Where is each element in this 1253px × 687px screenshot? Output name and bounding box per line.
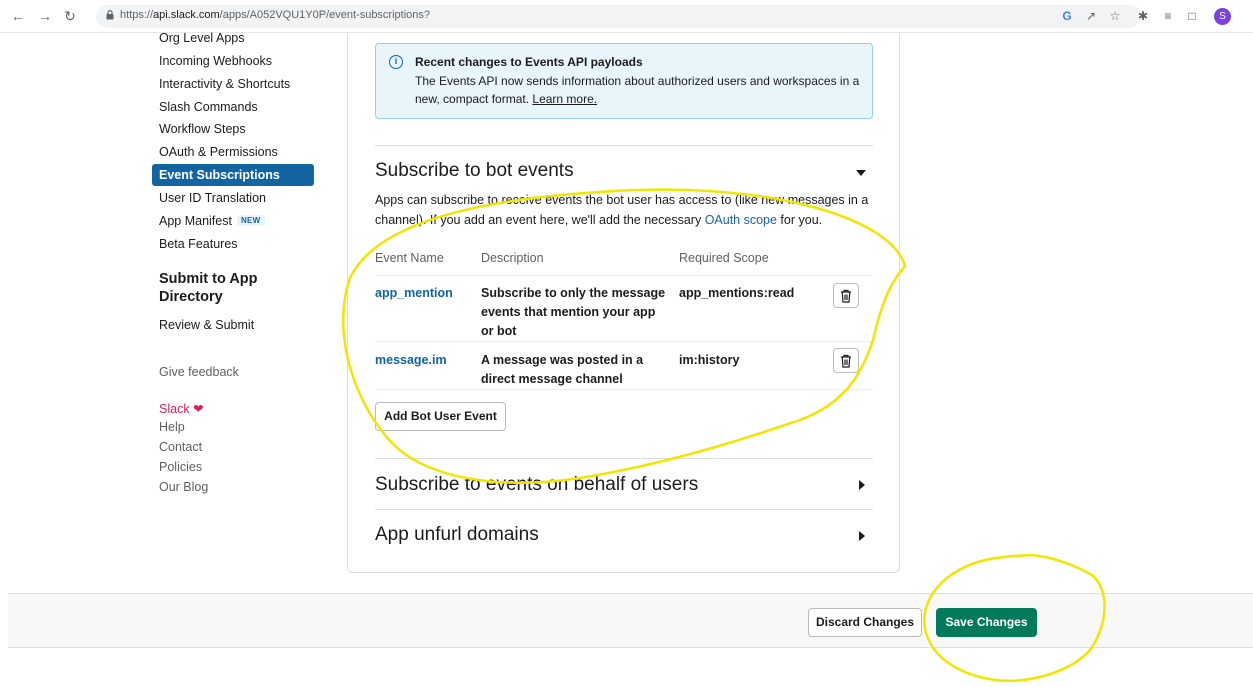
footer-slack-label: Slack [159, 402, 190, 416]
give-feedback-link[interactable]: Give feedback [159, 365, 239, 379]
user-events-title[interactable]: Subscribe to events on behalf of users [375, 474, 698, 496]
save-bar [8, 593, 1253, 648]
trash-icon [841, 289, 851, 303]
sidebar-item-incoming-webhooks[interactable]: Incoming Webhooks [159, 54, 272, 68]
reload-icon[interactable]: ↻ [62, 8, 78, 24]
footer-policies-link[interactable]: Policies [159, 460, 202, 474]
url-path: /apps/A052VQU1Y0P/event-subscriptions? [219, 9, 431, 21]
discard-changes-button[interactable]: Discard Changes [808, 608, 922, 637]
back-arrow-icon[interactable]: ← [10, 8, 26, 24]
row-divider [375, 275, 873, 276]
expand-caret-icon[interactable] [859, 531, 865, 541]
footer-help-link[interactable]: Help [159, 420, 185, 434]
trash-icon [841, 354, 851, 368]
collapse-caret-icon[interactable] [856, 170, 866, 176]
column-header-description: Description [481, 251, 544, 265]
event-scope: im:history [679, 353, 740, 367]
forward-arrow-icon[interactable]: → [37, 8, 53, 24]
desc-text-end: for you. [776, 213, 823, 227]
url-prefix: https:// [120, 9, 154, 21]
extensions-puzzle-icon[interactable]: ✱ [1135, 8, 1151, 24]
share-icon[interactable]: ↗ [1083, 8, 1099, 24]
oauth-scope-link[interactable]: OAuth scope [705, 213, 777, 227]
info-icon: i [389, 55, 403, 69]
sidebar-item-user-id-translation[interactable]: User ID Translation [159, 191, 266, 205]
sidebar-item-oauth[interactable]: OAuth & Permissions [159, 145, 278, 159]
new-badge: NEW [236, 215, 265, 226]
url-text: https://api.slack.com/apps/A052VQU1Y0P/e… [120, 9, 430, 21]
events-api-banner: i Recent changes to Events API payloads … [375, 43, 873, 119]
footer-contact-link[interactable]: Contact [159, 440, 202, 454]
column-header-required-scope: Required Scope [679, 251, 769, 265]
bot-events-title[interactable]: Subscribe to bot events [375, 160, 574, 182]
banner-text: The Events API now sends information abo… [415, 74, 860, 106]
address-bar[interactable]: https://api.slack.com/apps/A052VQU1Y0P/e… [96, 5, 1141, 28]
google-icon[interactable]: G [1059, 8, 1075, 24]
banner-title: Recent changes to Events API payloads [415, 55, 643, 69]
event-name-link[interactable]: message.im [375, 353, 447, 367]
delete-event-button[interactable] [833, 348, 859, 373]
side-panel-icon[interactable]: □ [1184, 8, 1200, 24]
sidebar-item-org-level-apps[interactable]: Org Level Apps [159, 31, 244, 45]
page: ← → ↻ https://api.slack.com/apps/A052VQU… [0, 0, 1253, 687]
button-label: Save Changes [945, 615, 1028, 629]
footer-slack-link[interactable]: Slack ❤ [159, 401, 204, 416]
sidebar-item-event-subscriptions[interactable]: Event Subscriptions [152, 164, 314, 186]
expand-caret-icon[interactable] [859, 480, 865, 490]
browser-toolbar: ← → ↻ https://api.slack.com/apps/A052VQU… [0, 0, 1253, 33]
event-name-link[interactable]: app_mention [375, 286, 453, 300]
event-description: A message was posted in a direct message… [481, 353, 644, 386]
event-description: Subscribe to only the message events tha… [481, 286, 666, 338]
learn-more-link[interactable]: Learn more. [532, 92, 597, 106]
footer-blog-link[interactable]: Our Blog [159, 480, 208, 494]
heart-icon: ❤ [193, 402, 204, 416]
sidebar-item-beta-features[interactable]: Beta Features [159, 237, 238, 251]
event-scope: app_mentions:read [679, 286, 795, 300]
lock-icon [106, 10, 114, 20]
banner-body: The Events API now sends information abo… [415, 72, 875, 108]
delete-event-button[interactable] [833, 283, 859, 308]
sidebar-item-label: Event Subscriptions [159, 168, 280, 182]
sidebar-item-slash-commands[interactable]: Slash Commands [159, 100, 258, 114]
unfurl-domains-title[interactable]: App unfurl domains [375, 524, 539, 546]
row-divider [375, 341, 873, 342]
submit-heading: Submit to App Directory [159, 271, 258, 305]
sidebar-item-app-manifest[interactable]: App Manifest NEW [159, 214, 265, 228]
sidebar-item-interactivity[interactable]: Interactivity & Shortcuts [159, 77, 290, 91]
bot-events-description: Apps can subscribe to receive events the… [375, 190, 873, 230]
row-divider [375, 389, 873, 390]
sidebar-item-review-submit[interactable]: Review & Submit [159, 318, 254, 332]
divider [375, 458, 873, 459]
add-bot-user-event-button[interactable]: Add Bot User Event [375, 402, 506, 431]
sidebar-item-workflow-steps[interactable]: Workflow Steps [159, 122, 246, 136]
column-header-event-name: Event Name [375, 251, 444, 265]
divider [375, 145, 873, 146]
url-host: api.slack.com [153, 9, 220, 21]
sidebar-item-label: App Manifest [159, 214, 232, 228]
profile-avatar[interactable]: S [1214, 8, 1231, 25]
reading-list-icon[interactable]: ≡ [1160, 8, 1176, 24]
button-label: Discard Changes [815, 615, 915, 629]
save-changes-button[interactable]: Save Changes [936, 608, 1037, 637]
button-label: Add Bot User Event [384, 409, 497, 423]
bookmark-star-icon[interactable]: ☆ [1107, 8, 1123, 24]
divider [375, 509, 873, 510]
